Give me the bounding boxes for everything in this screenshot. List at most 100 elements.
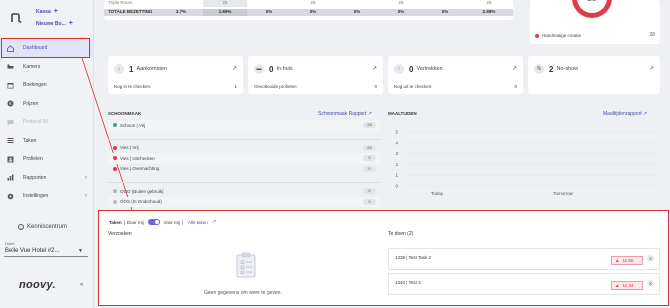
external-link-icon[interactable]: ↗ <box>232 65 237 72</box>
kassa-link[interactable]: Kassa + <box>36 6 73 18</box>
meals-chart-svg: 0 1 2 3 4 5 Today Tomorrow <box>395 130 656 196</box>
dropdown-arrow-icon: ▼ <box>78 247 83 254</box>
status-dot <box>113 166 117 171</box>
chevron-right-icon: › <box>85 193 87 200</box>
external-link-icon[interactable]: ↗ <box>649 65 654 72</box>
list-item[interactable]: Vies | Uitchecken 2 <box>108 153 380 164</box>
list-item[interactable]: Vies | Vrij 26 <box>108 143 380 154</box>
stat-card-no-show[interactable]: % 2 No-show ↗ <box>528 56 660 94</box>
hotel-select[interactable]: Belle Vue Hotel #2... ▼ <box>4 245 88 257</box>
occupancy-table: Triple Room 25 25 25 25 TOTALE BEZETTING… <box>104 0 513 20</box>
close-icon[interactable]: ✕ <box>647 280 654 287</box>
external-link-icon: ↗ <box>643 111 648 117</box>
list-item[interactable]: Schoon | Vrij 26 <box>108 120 380 131</box>
collapse-sidebar-icon[interactable]: « <box>80 282 83 288</box>
sidebar-item-boekingen[interactable]: Boekingen <box>0 76 94 95</box>
list-item[interactable]: Vies | Overnachting 0 <box>108 164 380 175</box>
due-time-badge: ▲ 11:34 <box>611 281 643 290</box>
x-tick-label: Today <box>431 191 444 196</box>
stat-card-aankomsten[interactable]: ↓ 1 Aankomsten ↗ Nog in te checken: 1 <box>108 56 243 94</box>
y-tick-label: 5 <box>395 130 398 135</box>
y-tick-label: 1 <box>395 173 398 178</box>
close-icon[interactable]: ✕ <box>647 255 654 262</box>
donut-chart: 28 <box>572 0 612 18</box>
sidebar-item-kamers[interactable]: Kamers <box>0 58 94 77</box>
status-dot <box>113 199 117 204</box>
status-dot <box>113 189 117 194</box>
warning-icon: ▲ <box>615 283 620 288</box>
task-toggle[interactable] <box>147 219 160 225</box>
sidebar-item-profielen[interactable]: Profielen <box>0 150 94 169</box>
list-item[interactable]: OOO (Buiten gebruik) 0 <box>108 186 380 197</box>
status-dot <box>113 123 117 128</box>
due-time-badge: ▲ 11:50 <box>611 256 643 265</box>
calendar-icon <box>7 82 14 89</box>
y-tick-label: 2 <box>395 162 398 167</box>
external-link-icon[interactable]: ↗ <box>372 65 377 72</box>
external-link-icon[interactable]: ↗ <box>512 65 517 72</box>
legend-dot <box>535 33 539 38</box>
gear-icon <box>7 193 14 200</box>
all-tasks-link[interactable]: Alle taken <box>188 220 208 225</box>
no-show-icon: % <box>534 64 544 74</box>
sidebar: Kassa + Nieuwe Bo... + Dashboard Kamers Bo… <box>0 0 94 308</box>
list-item[interactable]: OOS (In Onderhoud) 0 <box>108 196 380 207</box>
add-booking-icon[interactable]: + <box>69 20 73 27</box>
info-icon: i <box>18 224 24 230</box>
status-dot <box>113 156 117 161</box>
brand-switcher[interactable]: Kassa + Nieuwe Bo... + <box>8 4 86 32</box>
verzoeken-title: Verzoeken <box>108 231 132 237</box>
sidebar-item-protocol-in[interactable]: Protocol IN <box>0 113 94 132</box>
meals-chart: 0 1 2 3 4 5 Today Tomorrow <box>388 120 660 202</box>
filter-voor-mij[interactable]: Voor mij <box>164 220 180 225</box>
euro-icon: € <box>7 100 14 107</box>
y-tick-label: 3 <box>395 151 398 156</box>
task-item[interactable]: 1339 | Test Task 2 ▲ 11:50 ✕ <box>388 248 660 270</box>
stat-card-in-huis[interactable]: ▬ 0 In huis ↗ Onvoltooide profielen: 0 <box>248 56 383 94</box>
brand-logo-icon <box>8 10 24 26</box>
booking-source-card: 28 Handmatige creatie 28 <box>530 0 660 44</box>
dashboard-highlight-box <box>1 38 90 58</box>
table-row: TOTALE BEZETTING 3.7% 1.65% 0% 0% 0% 0% … <box>104 9 513 16</box>
schoonmaak-title: SCHOONMAAK <box>108 111 142 116</box>
y-tick-label: 0 <box>395 184 398 189</box>
status-dot <box>113 145 117 150</box>
id-card-icon <box>7 156 14 163</box>
arrival-icon: ↓ <box>114 64 124 74</box>
maaltijden-title: MAALTIJDEN <box>388 111 417 116</box>
table-row: Triple Room 25 25 25 25 <box>108 0 492 7</box>
donut-legend: Handmatige creatie <box>535 33 581 38</box>
tasks-icon <box>7 137 14 144</box>
bed-icon: ▬ <box>254 64 264 74</box>
sidebar-item-prijzen[interactable]: € Prijzen <box>0 95 94 114</box>
y-tick-label: 4 <box>395 140 398 145</box>
sidebar-item-taken[interactable]: Taken <box>0 132 94 151</box>
add-kassa-icon[interactable]: + <box>54 8 58 15</box>
warning-icon: ▲ <box>615 258 620 263</box>
external-link-icon[interactable]: ↗ <box>212 219 216 225</box>
divider <box>108 182 380 183</box>
stat-card-vertrekken[interactable]: ↑ 0 Vertrekken ↗ Nog uit te checken: 0 <box>388 56 523 94</box>
sidebar-item-instellingen[interactable]: Instellingen › <box>0 187 94 206</box>
clipboard-icon <box>236 252 256 280</box>
schoonmaak-list: Schoon | Vrij 26 Vies | Vrij 26 Vies | U… <box>108 120 380 207</box>
task-item[interactable]: 1340 | Test 3 ▲ 11:34 ✕ <box>388 273 660 295</box>
todo-title: Te doen (2) <box>388 231 414 237</box>
noovy-logo: noovy. <box>19 279 56 291</box>
filter-door-mij[interactable]: Door mij <box>127 220 144 225</box>
chevron-right-icon: › <box>85 174 87 181</box>
new-booking-link[interactable]: Nieuwe Bo... + <box>36 18 73 30</box>
x-tick-label: Tomorrow <box>553 191 574 196</box>
legend-value: 28 <box>649 32 655 38</box>
chat-icon <box>7 119 14 126</box>
schoonmaak-report-link[interactable]: Schoonmaak Rapport ↗ <box>318 111 372 117</box>
maaltijden-report-link[interactable]: Maaltijdenrapport ↗ <box>603 111 647 117</box>
departure-icon: ↑ <box>394 64 404 74</box>
sidebar-item-rapporten[interactable]: Rapporten › <box>0 169 94 188</box>
bed-icon <box>7 63 14 70</box>
empty-state-text: Geen gegevens om weer te geven. <box>204 290 282 296</box>
chart-icon <box>7 174 14 181</box>
task-filter-bar: Taken | Door mij Voor mij | Alle taken ↗ <box>109 219 217 225</box>
external-link-icon: ↗ <box>367 111 372 117</box>
kenniscentrum-link[interactable]: i Kenniscentrum <box>18 224 67 230</box>
